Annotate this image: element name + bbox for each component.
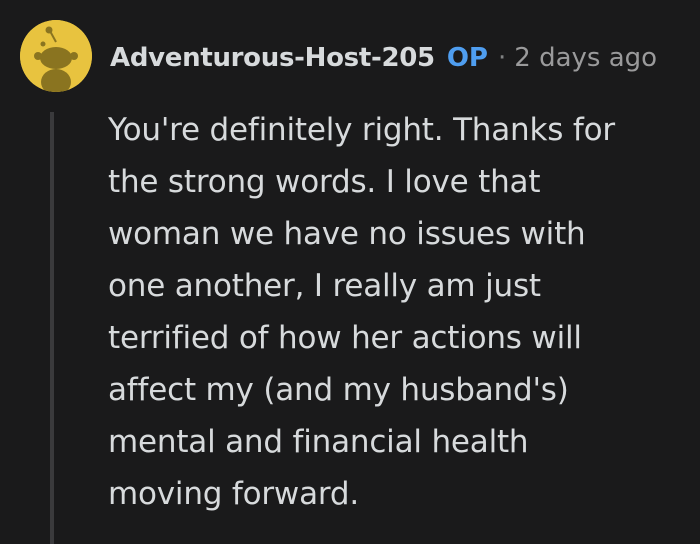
comment-body-line: the strong words. I love that: [108, 164, 541, 200]
comment-body-line: woman we have no issues with: [108, 216, 586, 252]
comment-body-line: terrified of how her actions will: [108, 320, 582, 356]
user-avatar[interactable]: [20, 20, 92, 92]
comment-body-line: one another, I really am just: [108, 268, 541, 304]
comment-body-line: mental and financial health: [108, 424, 529, 460]
thread-collapse-line[interactable]: [50, 112, 54, 544]
comment-timestamp[interactable]: 2 days ago: [514, 43, 657, 73]
username-link[interactable]: Adventurous-Host-205: [110, 43, 435, 73]
comment: Adventurous-Host-205 OP · 2 days ago You…: [0, 0, 700, 544]
comment-body: You're definitely right. Thanks for the …: [108, 104, 688, 520]
op-badge: OP: [446, 43, 488, 73]
snoo-avatar-icon: [20, 20, 92, 92]
comment-header: Adventurous-Host-205 OP · 2 days ago: [110, 36, 657, 80]
comment-body-line: moving forward.: [108, 476, 360, 512]
separator-dot: ·: [498, 43, 507, 73]
comment-body-line: affect my (and my husband's): [108, 372, 569, 408]
comment-body-line: You're definitely right. Thanks for: [108, 112, 615, 148]
